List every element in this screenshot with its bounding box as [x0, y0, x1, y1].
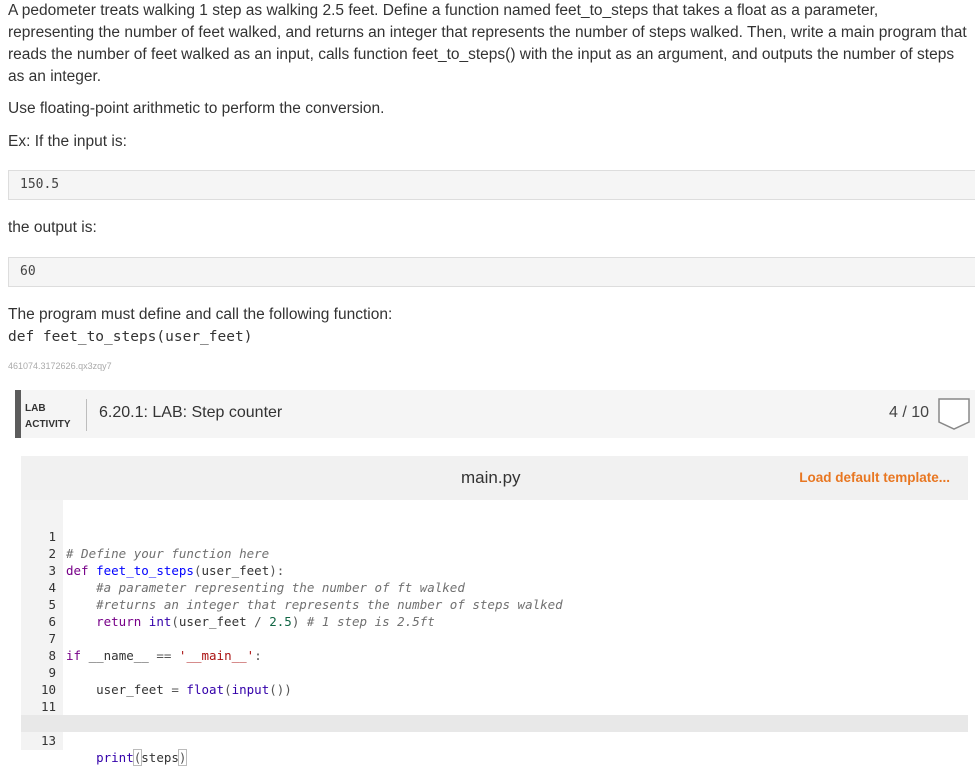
code-line[interactable]: 1 # Define your function here	[21, 511, 968, 561]
code-editor: main.py Load default template... 1 # Def…	[21, 456, 968, 766]
function-signature: def feet_to_steps(user_feet)	[8, 329, 253, 345]
code-line[interactable]: 7 if __name__ == '__main__':	[21, 613, 968, 663]
float-note: Use floating-point arithmetic to perform…	[8, 100, 385, 117]
code-line[interactable]: 3 #a parameter representing the number o…	[21, 545, 968, 595]
code-editor-body[interactable]: 1 # Define your function here 2 def feet…	[21, 500, 968, 766]
header-divider	[86, 399, 87, 431]
lab-tag-line2: ACTIVITY	[25, 419, 71, 430]
lab-score: 4 / 10	[888, 404, 929, 421]
code-area[interactable]: 1 # Define your function here 2 def feet…	[21, 511, 968, 766]
lab-tag-line1: LAB	[25, 403, 46, 414]
code-line[interactable]: 12	[21, 698, 968, 731]
output-label: the output is:	[8, 219, 97, 236]
page: A pedometer treats walking 1 step as wal…	[0, 0, 975, 766]
code-line[interactable]: 2 def feet_to_steps(user_feet):	[21, 528, 968, 578]
code-text: print(steps)	[96, 749, 188, 766]
lab-activity-tag: LAB ACTIVITY	[25, 401, 71, 433]
tracking-id: 461074.3172626.qx3zqy7	[8, 361, 112, 371]
code-line-active[interactable]: 13 print(steps)	[21, 715, 968, 766]
lab-activity-header: LAB ACTIVITY 6.20.1: LAB: Step counter 4…	[15, 390, 975, 438]
example-output-box: 60	[8, 257, 975, 287]
text-cursor	[186, 751, 188, 766]
code-line[interactable]: 6	[21, 596, 968, 629]
file-name: main.py	[461, 468, 521, 487]
code-line[interactable]: 5 return int(user_feet / 2.5) # 1 step i…	[21, 579, 968, 629]
example-label: Ex: If the input is:	[8, 133, 127, 150]
code-line[interactable]: 11 steps = feet_to_steps(user_feet)	[21, 681, 968, 731]
example-input-box: 150.5	[8, 170, 975, 200]
lab-title: 6.20.1: LAB: Step counter	[99, 404, 283, 421]
editor-toolbar: main.py Load default template...	[21, 456, 968, 500]
code-line[interactable]: 8	[21, 630, 968, 663]
problem-description: A pedometer treats walking 1 step as wal…	[8, 2, 967, 85]
code-line[interactable]: 9 user_feet = float(input())	[21, 647, 968, 697]
code-line[interactable]: 4 #returns an integer that represents th…	[21, 562, 968, 612]
load-default-template-link[interactable]: Load default template...	[799, 470, 950, 485]
requirement-text: The program must define and call the fol…	[8, 306, 393, 323]
shield-icon	[938, 398, 970, 430]
line-number: 13	[40, 733, 56, 748]
code-line[interactable]: 10	[21, 664, 968, 697]
